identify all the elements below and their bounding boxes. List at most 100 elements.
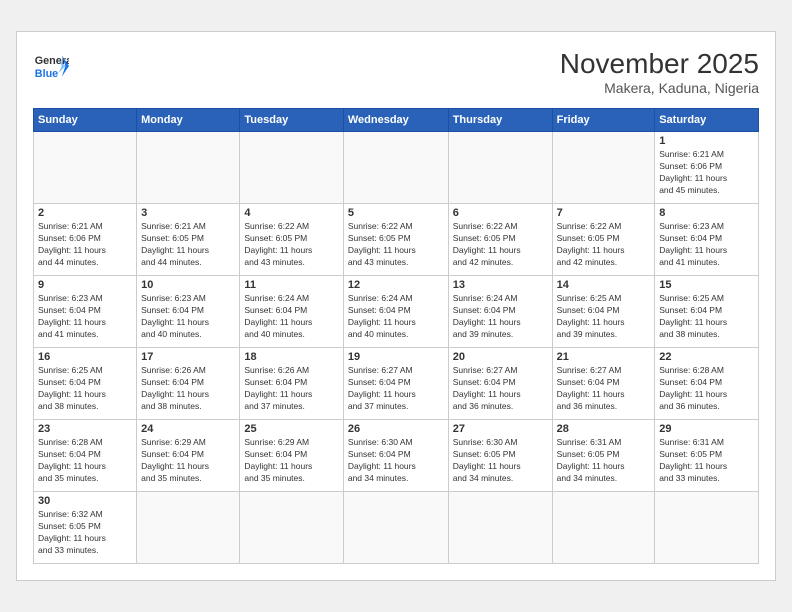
day-number: 17 <box>141 351 235 363</box>
day-info: Sunrise: 6:25 AM Sunset: 6:04 PM Dayligh… <box>38 365 132 413</box>
calendar-cell <box>137 492 240 564</box>
header: General Blue November 2025 Makera, Kadun… <box>33 48 759 96</box>
calendar-cell <box>240 492 343 564</box>
day-header-sunday: Sunday <box>34 109 137 132</box>
calendar-cell <box>448 492 552 564</box>
day-info: Sunrise: 6:28 AM Sunset: 6:04 PM Dayligh… <box>38 437 132 485</box>
month-title: November 2025 <box>560 48 759 80</box>
calendar-cell <box>240 132 343 204</box>
day-number: 25 <box>244 423 338 435</box>
day-info: Sunrise: 6:22 AM Sunset: 6:05 PM Dayligh… <box>453 221 548 269</box>
day-info: Sunrise: 6:29 AM Sunset: 6:04 PM Dayligh… <box>244 437 338 485</box>
week-row-4: 23 Sunrise: 6:28 AM Sunset: 6:04 PM Dayli… <box>34 420 759 492</box>
day-info: Sunrise: 6:23 AM Sunset: 6:04 PM Dayligh… <box>38 293 132 341</box>
day-info: Sunrise: 6:23 AM Sunset: 6:04 PM Dayligh… <box>659 221 754 269</box>
day-header-thursday: Thursday <box>448 109 552 132</box>
day-info: Sunrise: 6:27 AM Sunset: 6:04 PM Dayligh… <box>348 365 444 413</box>
calendar-cell: 27 Sunrise: 6:30 AM Sunset: 6:05 PM Dayli… <box>448 420 552 492</box>
calendar-cell: 20Sunrise: 6:27 AM Sunset: 6:04 PM Dayli… <box>448 348 552 420</box>
calendar-cell: 1Sunrise: 6:21 AM Sunset: 6:06 PM Daylig… <box>655 132 759 204</box>
calendar-cell: 19 Sunrise: 6:27 AM Sunset: 6:04 PM Dayli… <box>343 348 448 420</box>
day-info: Sunrise: 6:21 AM Sunset: 6:06 PM Dayligh… <box>38 221 132 269</box>
day-number: 26 <box>348 423 444 435</box>
calendar-cell: 5 Sunrise: 6:22 AM Sunset: 6:05 PM Daylig… <box>343 204 448 276</box>
day-header-monday: Monday <box>137 109 240 132</box>
day-header-tuesday: Tuesday <box>240 109 343 132</box>
calendar-cell: 30Sunrise: 6:32 AM Sunset: 6:05 PM Dayli… <box>34 492 137 564</box>
calendar-cell: 4 Sunrise: 6:22 AM Sunset: 6:05 PM Daylig… <box>240 204 343 276</box>
day-number: 19 <box>348 351 444 363</box>
calendar-cell: 3Sunrise: 6:21 AM Sunset: 6:05 PM Daylig… <box>137 204 240 276</box>
calendar-cell <box>343 132 448 204</box>
calendar-cell: 12Sunrise: 6:24 AM Sunset: 6:04 PM Dayli… <box>343 276 448 348</box>
day-info: Sunrise: 6:24 AM Sunset: 6:04 PM Dayligh… <box>453 293 548 341</box>
day-number: 5 <box>348 207 444 219</box>
days-header-row: SundayMondayTuesdayWednesdayThursdayFrid… <box>34 109 759 132</box>
calendar-cell <box>552 492 655 564</box>
calendar-cell <box>137 132 240 204</box>
calendar-cell: 14Sunrise: 6:25 AM Sunset: 6:04 PM Dayli… <box>552 276 655 348</box>
calendar-cell <box>34 132 137 204</box>
day-number: 23 <box>38 423 132 435</box>
day-number: 15 <box>659 279 754 291</box>
day-info: Sunrise: 6:31 AM Sunset: 6:05 PM Dayligh… <box>557 437 651 485</box>
calendar-cell: 21Sunrise: 6:27 AM Sunset: 6:04 PM Dayli… <box>552 348 655 420</box>
day-info: Sunrise: 6:24 AM Sunset: 6:04 PM Dayligh… <box>348 293 444 341</box>
day-info: Sunrise: 6:30 AM Sunset: 6:05 PM Dayligh… <box>453 437 548 485</box>
day-info: Sunrise: 6:23 AM Sunset: 6:04 PM Dayligh… <box>141 293 235 341</box>
day-info: Sunrise: 6:22 AM Sunset: 6:05 PM Dayligh… <box>348 221 444 269</box>
logo: General Blue <box>33 48 69 84</box>
day-number: 16 <box>38 351 132 363</box>
day-number: 6 <box>453 207 548 219</box>
title-section: November 2025 Makera, Kaduna, Nigeria <box>560 48 759 96</box>
day-number: 10 <box>141 279 235 291</box>
day-number: 9 <box>38 279 132 291</box>
day-number: 4 <box>244 207 338 219</box>
day-number: 28 <box>557 423 651 435</box>
day-number: 30 <box>38 495 132 507</box>
calendar-cell: 8 Sunrise: 6:23 AM Sunset: 6:04 PM Daylig… <box>655 204 759 276</box>
day-number: 18 <box>244 351 338 363</box>
calendar-cell: 18 Sunrise: 6:26 AM Sunset: 6:04 PM Dayli… <box>240 348 343 420</box>
day-number: 13 <box>453 279 548 291</box>
day-info: Sunrise: 6:26 AM Sunset: 6:04 PM Dayligh… <box>244 365 338 413</box>
day-number: 1 <box>659 135 754 147</box>
calendar-cell <box>655 492 759 564</box>
calendar-table: SundayMondayTuesdayWednesdayThursdayFrid… <box>33 108 759 564</box>
calendar-cell <box>343 492 448 564</box>
day-number: 20 <box>453 351 548 363</box>
day-number: 22 <box>659 351 754 363</box>
day-number: 27 <box>453 423 548 435</box>
calendar-cell <box>448 132 552 204</box>
day-header-saturday: Saturday <box>655 109 759 132</box>
calendar-cell: 29 Sunrise: 6:31 AM Sunset: 6:05 PM Dayli… <box>655 420 759 492</box>
logo-icon: General Blue <box>33 48 69 84</box>
calendar-cell: 25 Sunrise: 6:29 AM Sunset: 6:04 PM Dayli… <box>240 420 343 492</box>
week-row-1: 2 Sunrise: 6:21 AM Sunset: 6:06 PM Daylig… <box>34 204 759 276</box>
day-number: 24 <box>141 423 235 435</box>
day-info: Sunrise: 6:30 AM Sunset: 6:04 PM Dayligh… <box>348 437 444 485</box>
calendar-cell: 28 Sunrise: 6:31 AM Sunset: 6:05 PM Dayli… <box>552 420 655 492</box>
day-number: 29 <box>659 423 754 435</box>
day-info: Sunrise: 6:22 AM Sunset: 6:05 PM Dayligh… <box>557 221 651 269</box>
week-row-5: 30Sunrise: 6:32 AM Sunset: 6:05 PM Dayli… <box>34 492 759 564</box>
calendar-cell: 7Sunrise: 6:22 AM Sunset: 6:05 PM Daylig… <box>552 204 655 276</box>
day-number: 11 <box>244 279 338 291</box>
day-number: 8 <box>659 207 754 219</box>
calendar-cell: 22Sunrise: 6:28 AM Sunset: 6:04 PM Dayli… <box>655 348 759 420</box>
calendar-cell: 9 Sunrise: 6:23 AM Sunset: 6:04 PM Daylig… <box>34 276 137 348</box>
calendar-cell: 17Sunrise: 6:26 AM Sunset: 6:04 PM Dayli… <box>137 348 240 420</box>
day-header-wednesday: Wednesday <box>343 109 448 132</box>
day-number: 2 <box>38 207 132 219</box>
day-number: 14 <box>557 279 651 291</box>
week-row-0: 1Sunrise: 6:21 AM Sunset: 6:06 PM Daylig… <box>34 132 759 204</box>
day-info: Sunrise: 6:22 AM Sunset: 6:05 PM Dayligh… <box>244 221 338 269</box>
calendar-cell: 11Sunrise: 6:24 AM Sunset: 6:04 PM Dayli… <box>240 276 343 348</box>
day-number: 3 <box>141 207 235 219</box>
calendar-cell: 2 Sunrise: 6:21 AM Sunset: 6:06 PM Daylig… <box>34 204 137 276</box>
week-row-2: 9 Sunrise: 6:23 AM Sunset: 6:04 PM Daylig… <box>34 276 759 348</box>
day-info: Sunrise: 6:31 AM Sunset: 6:05 PM Dayligh… <box>659 437 754 485</box>
calendar-cell: 15Sunrise: 6:25 AM Sunset: 6:04 PM Dayli… <box>655 276 759 348</box>
calendar-cell: 24Sunrise: 6:29 AM Sunset: 6:04 PM Dayli… <box>137 420 240 492</box>
location-subtitle: Makera, Kaduna, Nigeria <box>560 80 759 96</box>
